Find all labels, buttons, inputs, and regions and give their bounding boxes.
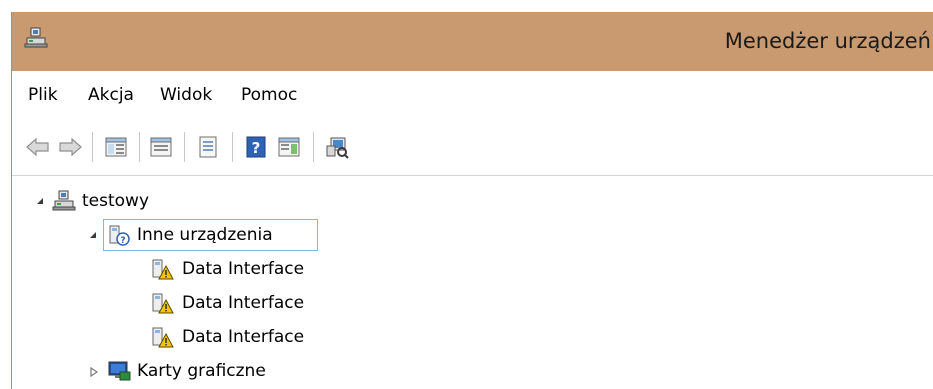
tree-node-data-interface[interactable]: Data Interface [12, 320, 912, 354]
collapsed-arrow-icon[interactable] [89, 367, 99, 377]
menu-widok[interactable]: Widok [160, 84, 212, 106]
forward-arrow-icon[interactable] [56, 133, 84, 161]
menu-pomoc[interactable]: Pomoc [241, 84, 297, 106]
toolbar: ? [12, 121, 933, 176]
tree-node-other-devices[interactable]: ? Inne urządzenia [12, 218, 912, 252]
warning-device-icon [152, 293, 174, 314]
toolbar-separator [92, 132, 93, 162]
tree-node-data-interface[interactable]: Data Interface [12, 286, 912, 320]
display-adapter-icon [108, 361, 131, 381]
back-arrow-icon[interactable] [24, 133, 52, 161]
device-tree: testowy ? Inne urządzenia Data Interface… [12, 176, 933, 389]
menu-plik[interactable]: Plik [28, 84, 58, 106]
title-bar[interactable]: Menedżer urządzeń [12, 12, 933, 71]
device-manager-window: Menedżer urządzeń Plik Akcja Widok Pomoc [11, 12, 933, 389]
tree-node-display-adapters[interactable]: Karty graficzne [12, 354, 912, 388]
svg-text:?: ? [120, 236, 125, 246]
toolbar-separator [139, 132, 140, 162]
scan-hardware-changes-icon[interactable] [323, 133, 351, 161]
toolbar-separator [313, 132, 314, 162]
properties-icon[interactable] [194, 133, 222, 161]
menu-akcja[interactable]: Akcja [88, 84, 134, 106]
device-manager-icon [24, 27, 48, 48]
tree-node-data-interface[interactable]: Data Interface [12, 252, 912, 286]
expanded-arrow-icon[interactable] [88, 230, 98, 240]
tree-node-label: Data Interface [182, 259, 305, 279]
unknown-device-icon: ? [109, 225, 130, 246]
show-action-pane-icon[interactable] [275, 133, 303, 161]
tree-node-label: Karty graficzne [137, 361, 266, 381]
up-one-level-icon[interactable] [147, 133, 175, 161]
help-icon[interactable]: ? [242, 133, 270, 161]
tree-node-label: testowy [82, 191, 150, 211]
computer-icon [52, 190, 76, 211]
tree-node-label: Data Interface [182, 327, 305, 347]
show-hide-console-tree-icon[interactable] [102, 133, 130, 161]
tree-node-label: Data Interface [182, 293, 305, 313]
menu-bar: Plik Akcja Widok Pomoc [12, 71, 933, 121]
toolbar-separator [232, 132, 233, 162]
expanded-arrow-icon[interactable] [35, 196, 45, 206]
tree-node-label: Inne urządzenia [137, 225, 273, 245]
warning-device-icon [152, 259, 174, 280]
tree-node-root[interactable]: testowy [12, 184, 912, 218]
svg-text:?: ? [252, 139, 261, 157]
window-title: Menedżer urządzeń [724, 29, 931, 53]
warning-device-icon [152, 327, 174, 348]
toolbar-separator [184, 132, 185, 162]
